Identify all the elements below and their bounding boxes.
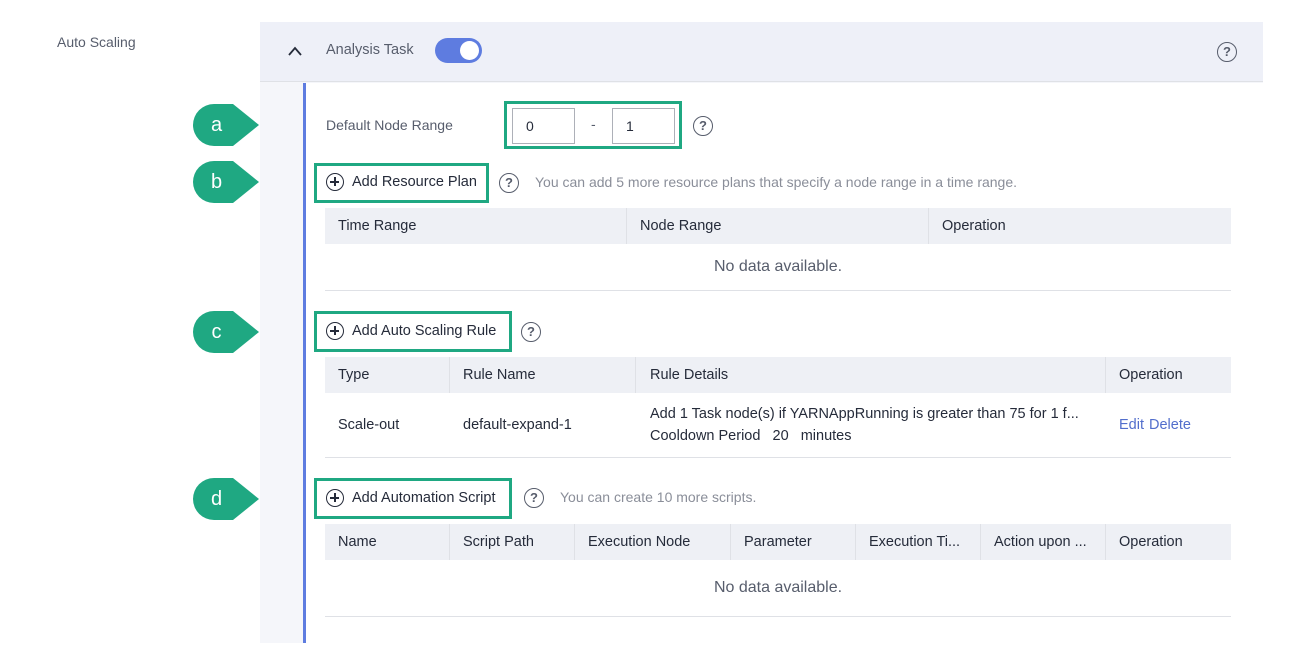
node-range-min-input[interactable] <box>512 108 575 144</box>
resource-plan-empty-text: No data available. <box>713 258 843 275</box>
column-header: Execution Node <box>588 534 691 550</box>
default-node-range-label: Default Node Range <box>326 117 453 133</box>
table-divider <box>325 616 1231 617</box>
automation-script-table-header: Name Script Path Execution Node Paramete… <box>325 524 1231 560</box>
column-header: Rule Details <box>650 367 729 383</box>
rule-details-line: Add 1 Task node(s) if YARNAppRunning is … <box>650 406 1079 422</box>
add-automation-script-button[interactable]: Add Automation Script <box>326 489 495 507</box>
panel-title: Analysis Task <box>326 42 414 58</box>
column-header: Time Range <box>338 218 417 234</box>
add-auto-scaling-rule-button[interactable]: Add Auto Scaling Rule <box>326 322 496 340</box>
plus-circle-icon <box>326 489 344 507</box>
chevron-up-icon[interactable] <box>287 44 303 58</box>
table-divider <box>325 290 1231 291</box>
add-automation-script-label: Add Automation Script <box>352 490 496 506</box>
automation-script-empty-text: No data available. <box>713 579 843 596</box>
callout-letter: c <box>211 321 222 343</box>
range-separator: - <box>591 116 596 132</box>
column-header: Parameter <box>744 534 812 550</box>
header-help-icon[interactable]: ? <box>1217 42 1237 62</box>
callout-marker-d: d <box>193 478 259 520</box>
rule-name-cell: default-expand-1 <box>463 417 572 433</box>
node-range-max-input[interactable] <box>612 108 675 144</box>
table-divider <box>325 457 1231 458</box>
add-resource-plan-button[interactable]: Add Resource Plan <box>326 173 477 191</box>
resource-plan-table-header: Time Range Node Range Operation <box>325 208 1231 244</box>
plus-circle-icon <box>326 322 344 340</box>
automation-script-hint: You can create 10 more scripts. <box>560 489 757 505</box>
column-header: Operation <box>1119 534 1183 550</box>
column-header: Name <box>338 534 377 550</box>
scaling-rule-table-header: Type Rule Name Rule Details Operation <box>325 357 1231 393</box>
rule-type-cell: Scale-out <box>338 417 400 433</box>
resource-plan-hint: You can add 5 more resource plans that s… <box>535 174 1018 190</box>
node-range-help-icon[interactable]: ? <box>693 116 713 136</box>
column-divider <box>635 357 636 393</box>
edit-rule-link[interactable]: Edit <box>1119 417 1144 433</box>
analysis-task-toggle[interactable] <box>435 38 482 63</box>
resource-plan-help-icon[interactable]: ? <box>499 173 519 193</box>
automation-script-help-icon[interactable]: ? <box>524 488 544 508</box>
column-header: Script Path <box>463 534 534 550</box>
plus-circle-icon <box>326 173 344 191</box>
add-auto-scaling-rule-label: Add Auto Scaling Rule <box>352 323 497 339</box>
callout-marker-c: c <box>193 311 259 353</box>
callout-letter: d <box>210 488 223 510</box>
column-header: Type <box>338 367 370 383</box>
callout-marker-a: a <box>193 104 259 146</box>
scaling-rule-help-icon[interactable]: ? <box>521 322 541 342</box>
callout-letter: b <box>210 171 223 193</box>
column-header: Execution Ti... <box>869 534 961 550</box>
callout-letter: a <box>210 114 223 136</box>
column-header: Operation <box>942 218 1006 234</box>
add-resource-plan-label: Add Resource Plan <box>352 174 477 190</box>
column-header: Node Range <box>640 218 722 234</box>
content-accent-bar <box>303 83 306 643</box>
section-label-auto-scaling: Auto Scaling <box>57 34 136 50</box>
callout-marker-b: b <box>193 161 259 203</box>
rule-cooldown-line: Cooldown Period 20 minutes <box>650 428 852 444</box>
column-header: Operation <box>1119 367 1183 383</box>
toggle-knob <box>460 41 479 60</box>
delete-rule-link[interactable]: Delete <box>1149 417 1191 433</box>
column-header: Action upon ... <box>994 534 1087 550</box>
column-header: Rule Name <box>463 367 536 383</box>
